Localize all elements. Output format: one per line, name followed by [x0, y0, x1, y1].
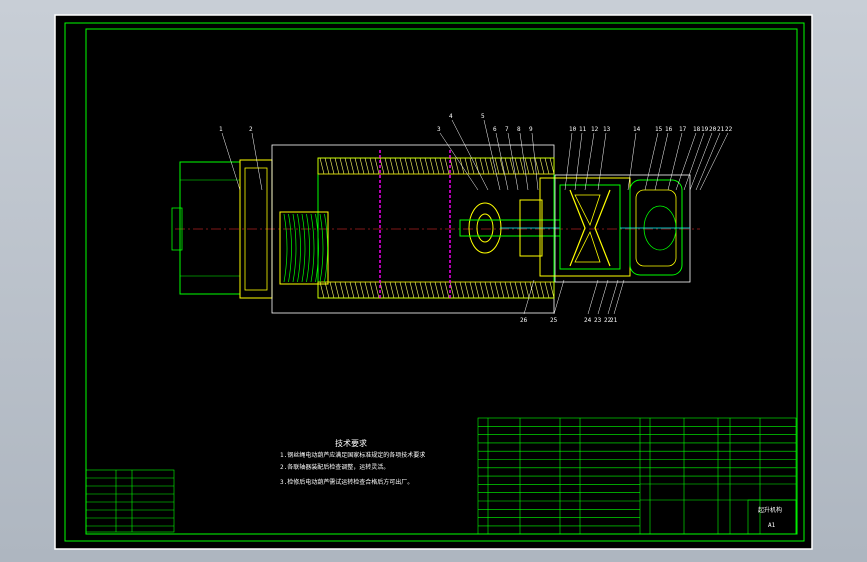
part-callout-label: 22 [725, 126, 733, 133]
sheet-size: A1 [768, 522, 776, 529]
part-callout-label: 13 [603, 126, 611, 133]
drawing-name: 起升机构 [758, 506, 782, 514]
part-callout-label: 8 [517, 126, 521, 133]
part-callout-label: 14 [633, 126, 641, 133]
part-callout-label: 9 [529, 126, 533, 133]
part-callout-label: 20 [709, 126, 717, 133]
requirement-line: 2.各联轴器装配后检查调整，运转灵活。 [280, 463, 389, 471]
part-callout-label: 11 [579, 126, 587, 133]
part-callout-label: 4 [449, 113, 453, 120]
part-callout-label: 15 [655, 126, 663, 133]
part-callout-label: 17 [679, 126, 687, 133]
part-callout-label: 10 [569, 126, 577, 133]
part-callout-label: 2 [249, 126, 253, 133]
part-callout-label: 26 [520, 317, 528, 324]
part-callout-label: 6 [493, 126, 497, 133]
cad-viewport[interactable]: 1 2 3 4 5 6 7 8 9 10 11 12 13 14 15 16 17 18 19 20 21 22 26 25… [0, 0, 867, 562]
part-callout-label: 7 [505, 126, 509, 133]
requirements-title: 技术要求 [335, 438, 367, 448]
hoist-mechanism-drawing: 1 2 34 56 7 8 9 10 11 12 13 14 15 16 17 18 19 20 21 22 26 25… [54, 14, 813, 550]
requirement-line: 3.检修后电动葫芦需试运转检查合格后方可出厂。 [280, 478, 413, 486]
part-callout-label: 24 [584, 317, 592, 324]
part-callout-label: 18 [693, 126, 701, 133]
part-callout-label: 1 [219, 126, 223, 133]
part-callout-label: 21 [610, 317, 618, 324]
part-callout-label: 19 [701, 126, 709, 133]
part-callout-label: 23 [594, 317, 602, 324]
part-callout-label: 3 [437, 126, 441, 133]
part-callout-label: 21 [717, 126, 725, 133]
part-callout-label: 25 [550, 317, 558, 324]
part-callout-label: 5 [481, 113, 485, 120]
requirement-line: 1.钢丝绳电动葫芦应满足国家标准规定的各项技术要求 [280, 451, 425, 459]
part-callout-label: 16 [665, 126, 673, 133]
part-callout-label: 12 [591, 126, 599, 133]
